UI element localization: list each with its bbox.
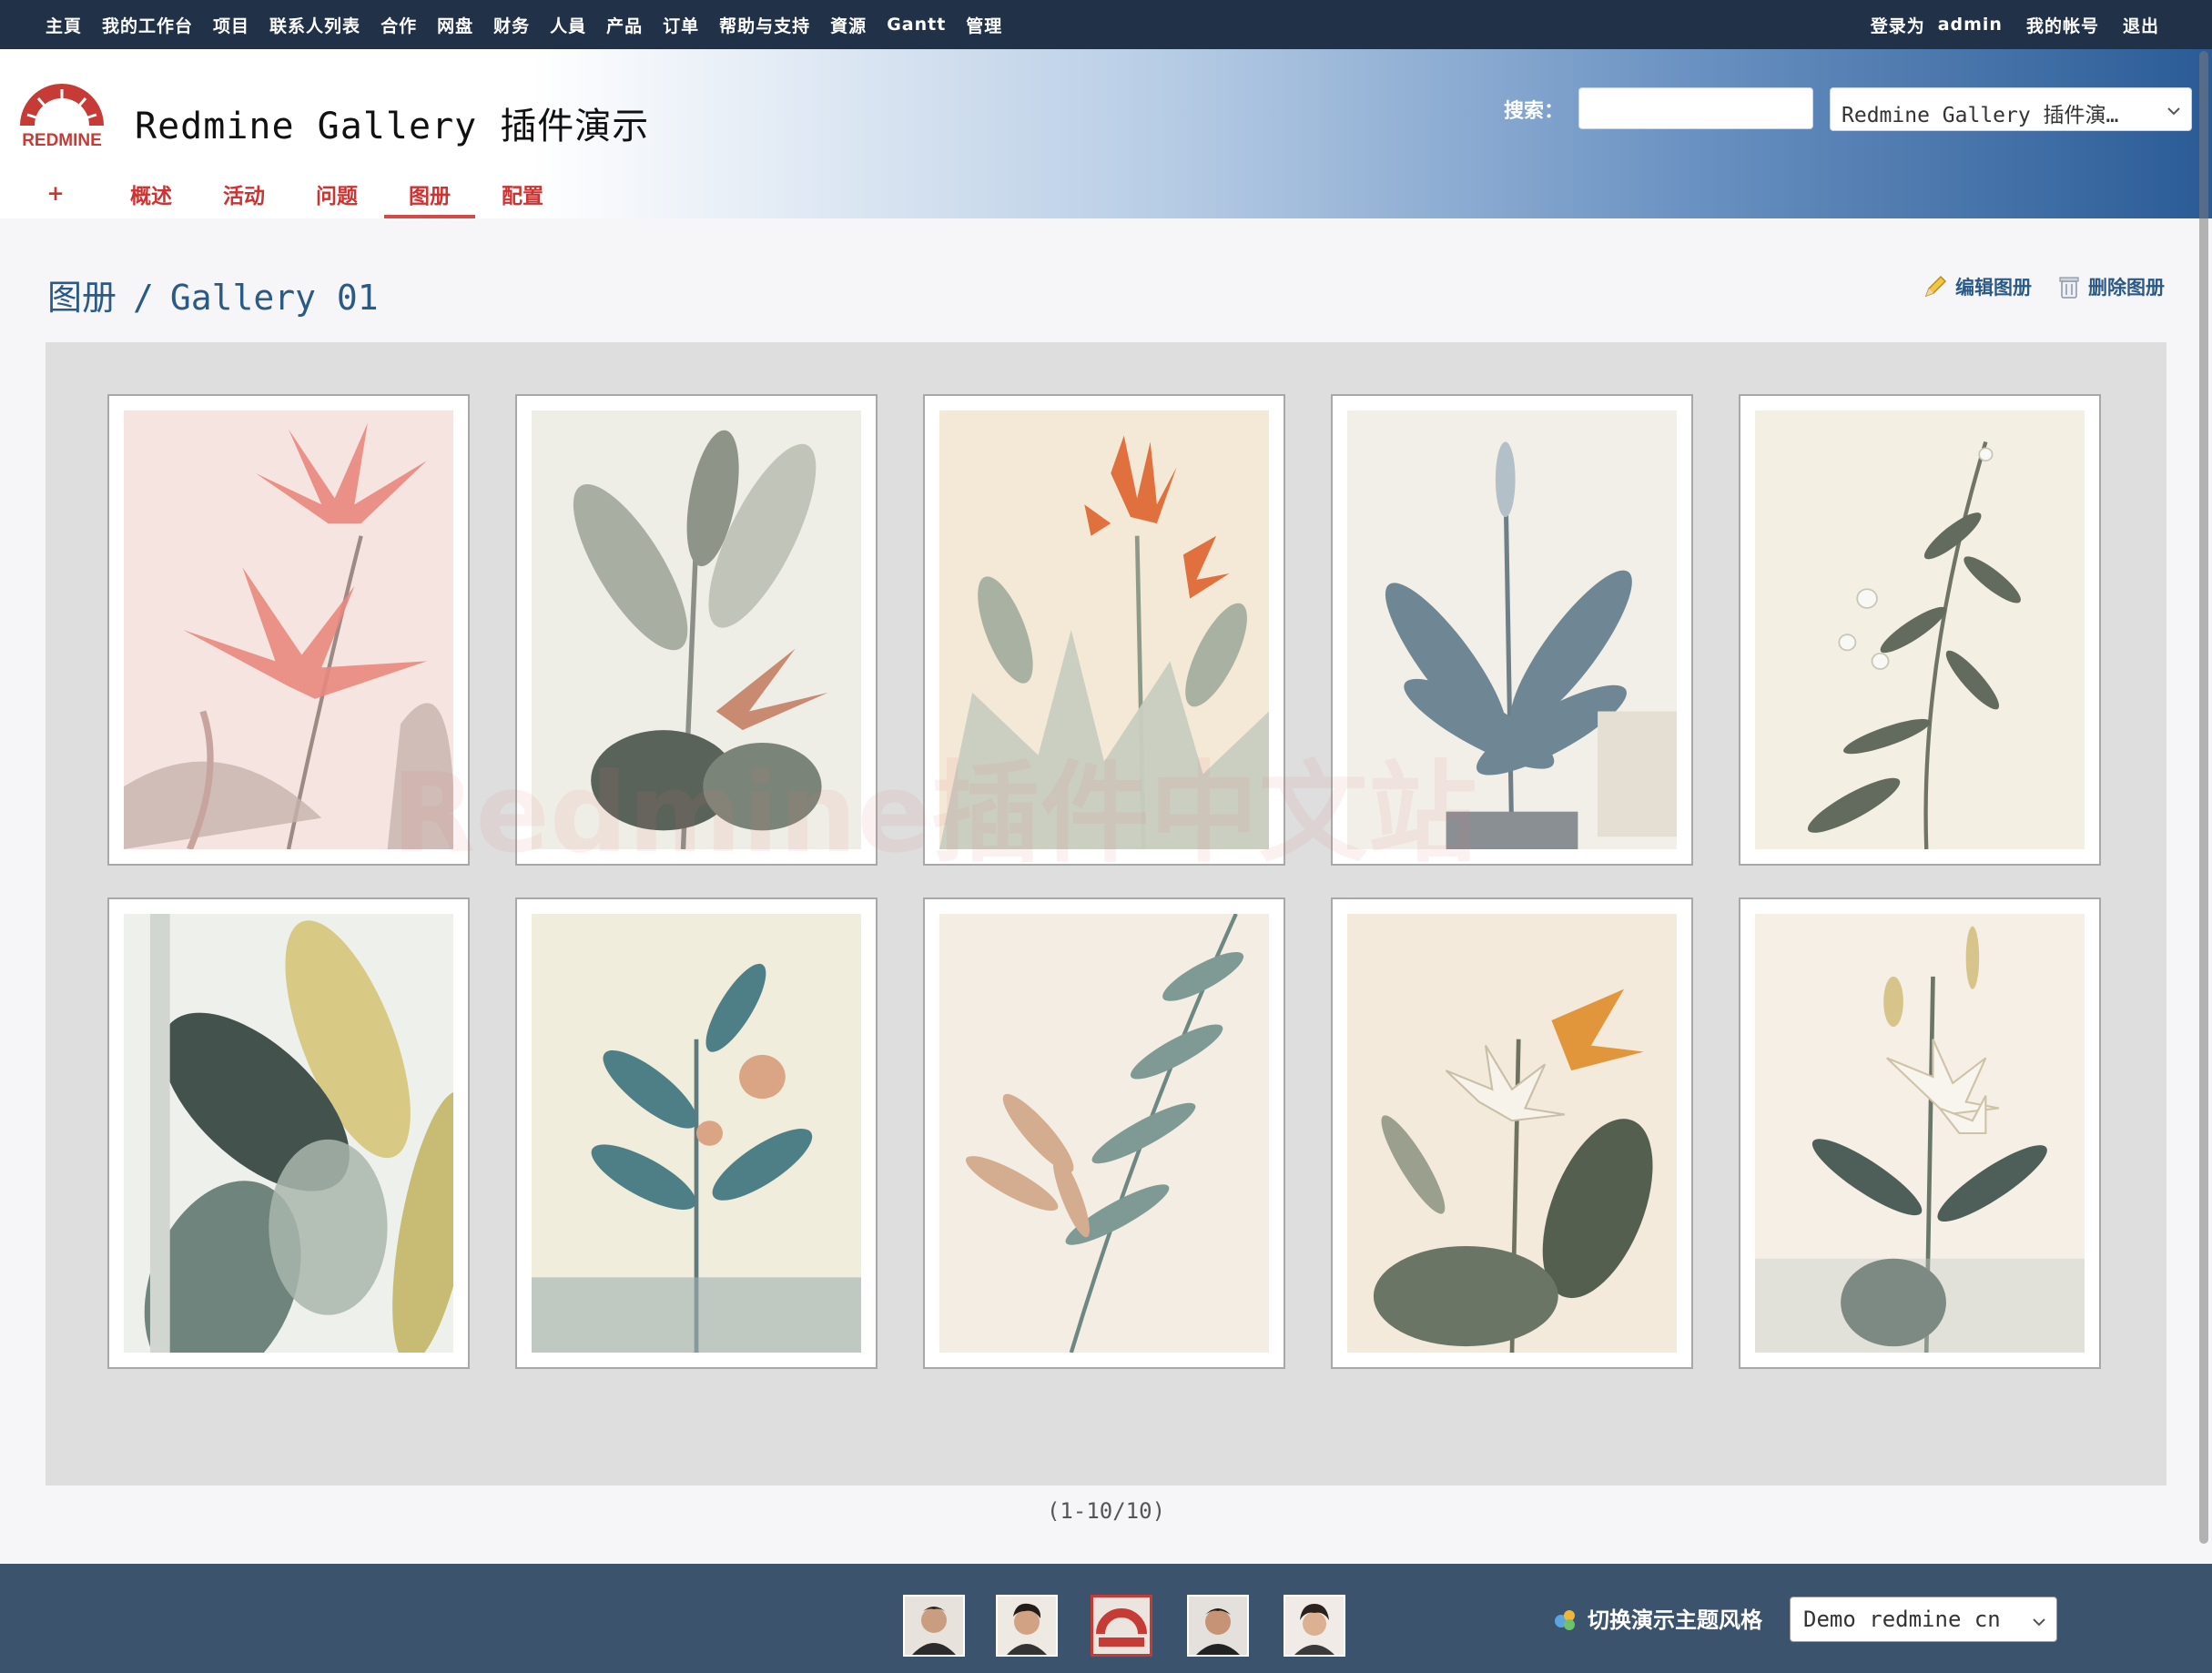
footer: 切换演示主题风格 Demo redmine cn [0,1564,2212,1673]
top-menu-contacts[interactable]: 联系人列表 [269,13,360,37]
photo-thumbnail-fern-fronds [939,914,1269,1353]
pagination-info: (1-10/10) [1046,1498,1166,1524]
tab-overview[interactable]: 概述 [124,169,178,218]
tab-settings[interactable]: 配置 [495,169,550,218]
top-menu-products[interactable]: 产品 [606,13,643,37]
tab-activity[interactable]: 活动 [217,169,271,218]
photo-thumbnail-teal-flower [532,914,861,1353]
my-account-link[interactable]: 我的帐号 [2026,13,2099,37]
gallery-photo[interactable] [107,394,470,866]
gallery-photo[interactable] [515,394,878,866]
gallery-photo[interactable] [923,897,1285,1369]
photo-thumbnail-orange-lily [939,411,1269,849]
photo-thumbnail-watercolor-leaves [124,914,453,1353]
top-menu-finance[interactable]: 财务 [493,13,530,37]
photo-thumbnail-pink-palm [124,411,453,849]
gallery-photo[interactable] [1739,394,2101,866]
avatar-redmine-logo[interactable] [1091,1595,1152,1657]
palette-icon [1555,1609,1575,1630]
tab-new[interactable]: + [46,169,64,218]
gallery-photo[interactable] [923,394,1285,866]
trash-icon [2059,277,2079,299]
top-menu-home[interactable]: 主頁 [46,13,82,37]
gallery-grid: Redmine插件中文站 [46,342,2166,1485]
gallery-photo[interactable] [1331,394,1693,866]
gallery-photo[interactable] [107,897,470,1369]
search-input[interactable] [1578,87,1813,129]
photo-thumbnail-white-blossom-stem [1755,411,2085,849]
page-scrollbar[interactable] [2199,51,2208,1544]
top-menu-gantt[interactable]: Gantt [887,15,946,35]
top-menu-cooperation[interactable]: 合作 [381,13,417,37]
chevron-down-icon [2031,1610,2047,1636]
top-menu-orders[interactable]: 订单 [663,13,699,37]
tab-gallery[interactable]: 图册 [384,169,475,218]
top-menu-left: 主頁 我的工作台 项目 联系人列表 合作 网盘 财务 人員 产品 订单 帮助与支… [46,0,1022,49]
top-menu-admin[interactable]: 管理 [966,13,1002,37]
delete-gallery-label: 删除图册 [2088,277,2165,299]
top-menu-resources[interactable]: 資源 [830,13,867,37]
tab-issues[interactable]: 问题 [309,169,364,218]
breadcrumb-separator: / [133,278,154,318]
photo-thumbnail-lily-orange-bird [1347,914,1677,1353]
project-title: Redmine Gallery 插件演示 [135,106,650,147]
avatar[interactable] [996,1595,1058,1657]
top-menu-help[interactable]: 帮助与支持 [719,13,810,37]
redmine-logo[interactable]: REDMINE [18,78,106,155]
svg-text:REDMINE: REDMINE [22,131,102,150]
breadcrumb-gallery-link[interactable]: 图册 [47,278,117,318]
gallery-photo[interactable] [1739,897,2101,1369]
contextual-actions: 编辑图册 删除图册 [1897,273,2165,300]
avatar[interactable] [903,1595,965,1657]
photo-thumbnail-blue-leaf-plant [1347,411,1677,849]
top-menu-right: 登录为 admin 我的帐号 退出 [1847,0,2159,49]
gallery-photo[interactable] [515,897,878,1369]
chevron-down-icon [2166,101,2182,125]
breadcrumb: 图册 / Gallery 01 [47,269,379,319]
main-menu: + 概述 活动 问题 图册 配置 [46,169,550,218]
photo-thumbnail-white-lily [1755,914,2085,1353]
project-select-value: Redmine Gallery 插件演… [1842,104,2119,127]
top-menu: 主頁 我的工作台 项目 联系人列表 合作 网盘 财务 人員 产品 订单 帮助与支… [0,0,2212,49]
theme-switch-label: 切换演示主题风格 [1551,1602,1762,1634]
theme-select-value: Demo redmine cn [1803,1607,2001,1632]
edit-gallery-label: 编辑图册 [1955,277,2032,299]
top-menu-drive[interactable]: 网盘 [437,13,473,37]
gallery-photo[interactable] [1331,897,1693,1369]
project-jump-select[interactable]: Redmine Gallery 插件演… [1830,87,2192,131]
edit-gallery-button[interactable]: 编辑图册 [1923,273,2032,300]
theme-select[interactable]: Demo redmine cn [1790,1597,2057,1642]
avatar[interactable] [1284,1595,1345,1657]
breadcrumb-current: Gallery 01 [169,278,379,318]
photo-thumbnail-banana-leaves [532,411,861,849]
top-menu-my-page[interactable]: 我的工作台 [102,13,193,37]
top-menu-projects[interactable]: 项目 [213,13,249,37]
search-label: 搜索： [1504,100,1565,123]
logged-in-label: 登录为 [1870,15,1925,36]
logout-link[interactable]: 退出 [2123,13,2159,37]
top-menu-people[interactable]: 人員 [550,13,586,37]
delete-gallery-button[interactable]: 删除图册 [2057,273,2165,300]
user-link[interactable]: admin [1938,15,2003,35]
pencil-icon [1924,275,1947,298]
header: REDMINE Redmine Gallery 插件演示 搜索： Redmine… [0,49,2212,218]
avatar[interactable] [1187,1595,1249,1657]
